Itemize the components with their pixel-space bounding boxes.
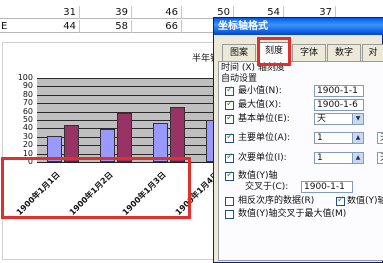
cross-at-field[interactable]: 1900-1-1 [301, 181, 353, 193]
min-auto-checkbox[interactable] [225, 85, 234, 96]
cross-auto-checkbox[interactable] [225, 170, 234, 181]
gridline [37, 94, 222, 96]
spinner-arrows-icon[interactable]: ▲ [352, 133, 363, 143]
max-auto-checkbox[interactable] [225, 99, 234, 110]
minor-unit-spinner[interactable]: 1 ▲ [314, 152, 364, 164]
x-axis-highlight-box [1, 157, 191, 219]
cross-at-label: 交叉于(C): [245, 182, 289, 192]
max-value-field[interactable]: 1900-1-6 [314, 99, 364, 111]
auto-settings-label: 自动设置 [221, 74, 258, 84]
major-unit-label: 主要单位(A): [238, 133, 291, 143]
min-label: 最小值(N): [238, 86, 282, 96]
cross-axis-label: 数值(Y)轴 [238, 171, 278, 181]
cross-at-max-checkbox[interactable] [225, 210, 234, 219]
bar-series-2[interactable] [170, 106, 185, 162]
major-unit-spinner[interactable]: 1 ▲ [314, 132, 364, 144]
row-header-mark: E [1, 21, 8, 32]
plot-area[interactable] [37, 78, 238, 163]
tab-alignment[interactable]: 对 [362, 44, 383, 61]
minor-unit-value: 1 [317, 153, 323, 163]
cell[interactable]: 66 [132, 20, 182, 33]
cell[interactable]: 46 [132, 6, 182, 19]
cell[interactable]: 31 [30, 6, 80, 19]
cross-between-label: 数值(Y)轴交叉 [347, 196, 383, 206]
reverse-order-label: 相反次序的数据(R) [238, 196, 315, 206]
format-axis-dialog: 坐标轴格式 图案 刻度 字体 数字 对 时间 (X) 轴刻度 自动设置 最小值(… [213, 17, 383, 263]
gridline [37, 103, 222, 105]
major-unit-auto-checkbox[interactable] [225, 132, 234, 143]
minor-unit-type-select[interactable]: 天 [377, 152, 383, 164]
tab-number[interactable]: 数字 [327, 44, 361, 61]
cell[interactable]: 44 [30, 20, 80, 33]
bar-series-2[interactable] [117, 113, 132, 162]
chevron-down-icon[interactable]: ▼ [352, 114, 363, 124]
cell[interactable]: 58 [80, 20, 132, 33]
gridline [37, 78, 222, 79]
cross-at-max-label: 数值(Y)轴交叉于最大值(M) [238, 209, 347, 219]
tab-font[interactable]: 字体 [292, 44, 326, 61]
scale-tab-highlight-box [257, 37, 291, 66]
y-tick-label: 20 [22, 140, 33, 150]
gridline [37, 86, 222, 88]
major-unit-type-select[interactable]: 天 [377, 132, 383, 144]
base-unit-value: 天 [317, 114, 327, 124]
cross-between-checkbox[interactable] [336, 195, 345, 206]
y-tick-label: 70 [22, 98, 33, 108]
base-unit-auto-checkbox[interactable] [225, 113, 234, 124]
reverse-order-checkbox[interactable] [225, 197, 234, 206]
max-label: 最大值(X): [238, 100, 282, 110]
major-unit-value: 1 [317, 133, 323, 143]
cell[interactable]: 39 [80, 6, 132, 19]
min-value-field[interactable]: 1900-1-1 [314, 85, 364, 97]
minor-unit-auto-checkbox[interactable] [225, 152, 234, 163]
tab-patterns[interactable]: 图案 [222, 44, 256, 61]
screenshot-stage: 31 39 46 50 54 37 E 44 58 66 80 43 47 半年… [0, 0, 383, 263]
scale-panel: 时间 (X) 轴刻度 自动设置 最小值(N): 1900-1-1 最大值(X):… [218, 61, 383, 261]
minor-unit-label: 次要单位(I): [238, 153, 287, 163]
base-unit-select[interactable]: 天 ▼ [314, 113, 364, 125]
dialog-title[interactable]: 坐标轴格式 [214, 18, 383, 35]
spinner-arrows-icon[interactable]: ▲ [352, 153, 363, 163]
base-unit-label: 基本单位(E): [238, 114, 290, 124]
